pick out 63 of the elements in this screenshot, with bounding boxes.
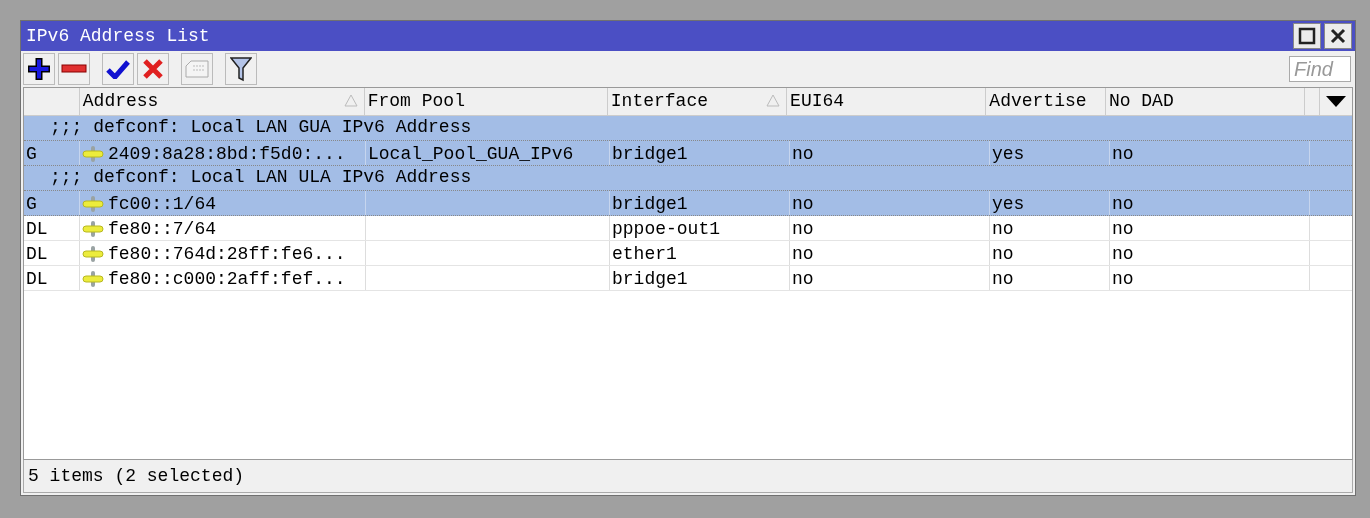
table-cell: no	[1112, 144, 1134, 164]
column-header[interactable]: Address	[79, 88, 365, 115]
table-cell: Local_Pool_GUA_IPv6	[368, 144, 574, 164]
column-header[interactable]: Advertise	[986, 88, 1106, 115]
table-cell: bridge1	[612, 144, 688, 164]
table-cell: fe80::764d:28ff:fe6...	[108, 244, 346, 264]
caret-icon	[1326, 95, 1347, 108]
column-header[interactable]: Interface	[607, 88, 788, 115]
table-cell: ether1	[612, 244, 677, 264]
minus-icon	[61, 64, 87, 74]
close-button[interactable]	[1324, 23, 1352, 49]
marker-icon	[82, 195, 104, 213]
table-cell: no	[992, 269, 1014, 289]
check-icon	[106, 59, 130, 79]
table-cell: pppoe-out1	[612, 219, 721, 239]
table-cell: no	[792, 219, 814, 239]
disable-button[interactable]	[137, 53, 169, 85]
table-cell: bridge1	[612, 269, 688, 289]
table-cell: fc00::1/64	[108, 194, 217, 214]
table-cell: no	[792, 194, 814, 214]
table-cell: no	[792, 269, 814, 289]
close-icon	[1330, 28, 1346, 44]
table-cell: G	[26, 194, 37, 214]
marker-icon	[82, 270, 104, 288]
sort-icon	[343, 94, 358, 107]
marker-icon	[82, 220, 104, 238]
maximize-icon	[1298, 27, 1316, 45]
column-header[interactable]: EUI64	[787, 88, 987, 115]
filter-button[interactable]	[225, 53, 257, 85]
table-cell: no	[792, 244, 814, 264]
table-cell: bridge1	[612, 194, 688, 214]
table-cell: no	[992, 244, 1014, 264]
marker-icon	[82, 245, 104, 263]
table-cell: fe80::7/64	[108, 219, 217, 239]
table-cell: no	[1112, 244, 1134, 264]
table-cell: yes	[992, 144, 1025, 164]
column-header[interactable]: No DAD	[1105, 88, 1306, 115]
table-cell: no	[792, 144, 814, 164]
status-text: 5 items (2 selected)	[28, 466, 245, 486]
table-cell: G	[26, 144, 37, 164]
table-cell: yes	[992, 194, 1025, 214]
table-cell: DL	[26, 244, 48, 264]
table-cell: no	[992, 219, 1014, 239]
table-cell: DL	[26, 219, 48, 239]
table-cell: no	[1112, 269, 1134, 289]
maximize-button[interactable]	[1293, 23, 1321, 49]
add-button[interactable]	[23, 53, 55, 85]
marker-icon	[82, 145, 104, 163]
table-cell: no	[1112, 219, 1134, 239]
table-cell: no	[1112, 194, 1134, 214]
cross-icon	[142, 58, 164, 80]
sort-icon	[766, 94, 781, 107]
table-cell: fe80::c000:2aff:fef...	[108, 269, 346, 289]
plus-icon	[27, 57, 51, 81]
column-header[interactable]: From Pool	[364, 88, 608, 115]
window-title: IPv6 Address List	[25, 26, 211, 46]
filter-icon	[230, 56, 252, 82]
enable-button[interactable]	[102, 53, 134, 85]
note-icon	[185, 60, 209, 78]
remove-button[interactable]	[58, 53, 90, 85]
table-cell: DL	[26, 269, 48, 289]
find-field[interactable]: Find	[1289, 56, 1351, 82]
table-cell: 2409:8a28:8bd:f5d0:...	[108, 144, 346, 164]
